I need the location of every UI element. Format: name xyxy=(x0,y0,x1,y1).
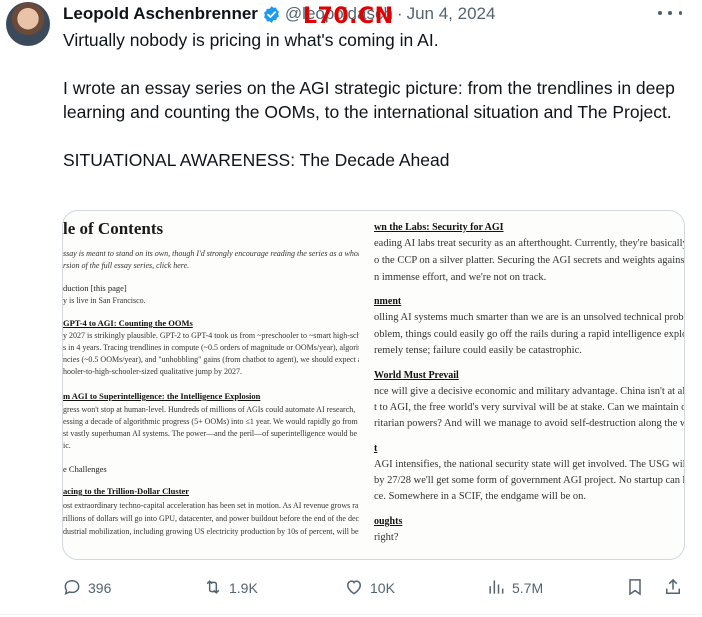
toc-line: essing a decade of algorithmic progress … xyxy=(63,417,359,426)
toc-line: ssay is meant to stand on its own, thoug… xyxy=(63,249,359,258)
toc-line: rsion of the full essay series, click he… xyxy=(63,261,190,270)
like-icon xyxy=(344,577,364,600)
toc-line: ce. Somewhere in a SCIF, the endgame wil… xyxy=(374,491,587,502)
repost-button[interactable]: 1.9K xyxy=(203,574,258,602)
toc-line: nment xyxy=(374,296,402,307)
toc-line: wn the Labs: Security for AGI xyxy=(374,222,504,233)
views-button[interactable]: 5.7M xyxy=(486,574,543,602)
toc-line: duction [this page] xyxy=(63,283,127,293)
separator: · xyxy=(396,4,403,23)
toc-line: GPT-4 to AGI: Counting the OOMs xyxy=(63,318,193,328)
toc-line: by 27/28 we'll get some form of governme… xyxy=(374,475,684,486)
toc-line: oblem, things could easily go off the ra… xyxy=(374,329,684,340)
views-icon xyxy=(486,577,506,600)
verified-badge-icon[interactable] xyxy=(262,5,281,24)
toc-line: rillions of dollars will go into GPU, da… xyxy=(63,514,359,523)
toc-line: e Challenges xyxy=(63,464,107,474)
toc-line: o the CCP on a silver platter. Securing … xyxy=(374,255,684,266)
reply-icon xyxy=(62,577,82,600)
tweet-line-1: Virtually nobody is pricing in what's co… xyxy=(63,30,439,50)
page-gutter xyxy=(359,211,374,559)
table-of-contents-left: le of Contents ssay is meant to stand on… xyxy=(63,211,359,559)
divider xyxy=(0,614,702,615)
share-icon xyxy=(663,577,683,600)
reply-button[interactable]: 396 xyxy=(62,574,111,602)
toc-line: hooler-to-high-schooler-sized qualitativ… xyxy=(63,367,242,376)
toc-line: n immense effort, and we're not on track… xyxy=(374,272,547,283)
avatar[interactable] xyxy=(6,2,50,46)
media-image[interactable]: le of Contents ssay is meant to stand on… xyxy=(62,210,685,560)
watermark: L70.CN xyxy=(303,4,394,29)
toc-line: olling AI systems much smarter than we a… xyxy=(374,312,684,323)
like-count: 10K xyxy=(370,580,395,596)
toc-line: ncies (~0.5 OOMs/year), and "unhobbling"… xyxy=(63,355,359,364)
toc-line: ritarian powers? And will we manage to a… xyxy=(374,418,684,429)
tweet-text: Virtually nobody is pricing in what's co… xyxy=(63,28,683,172)
views-count: 5.7M xyxy=(512,580,544,596)
share-button[interactable] xyxy=(663,574,683,602)
toc-line: st vastly superhuman AI systems. The pow… xyxy=(63,429,358,438)
toc-line: t xyxy=(374,443,378,454)
toc-line: World Must Prevail xyxy=(374,370,459,381)
like-button[interactable]: 10K xyxy=(344,574,395,602)
bookmark-icon xyxy=(625,577,645,600)
tweet-paragraph-3: SITUATIONAL AWARENESS: The Decade Ahead xyxy=(63,150,450,170)
toc-line: right? xyxy=(374,532,399,543)
toc-line: oughts xyxy=(374,516,403,527)
table-of-contents-right: wn the Labs: Security for AGI eading AI … xyxy=(374,211,684,559)
toc-title: le of Contents xyxy=(63,219,164,238)
tweet-paragraph-2: I wrote an essay series on the AGI strat… xyxy=(63,78,675,122)
toc-line: nce will give a decisive economic and mi… xyxy=(374,386,684,397)
toc-line: ost extraordinary techno-capital acceler… xyxy=(63,501,359,510)
toc-line: t to AGI, the free world's very survival… xyxy=(374,402,684,413)
more-icon[interactable] xyxy=(658,5,682,21)
toc-line: dustrial mobilization, including growing… xyxy=(63,527,359,536)
bookmark-button[interactable] xyxy=(625,574,645,602)
toc-line: m AGI to Superintelligence: the Intellig… xyxy=(63,391,261,401)
toc-line: AGI intensifies, the national security s… xyxy=(374,459,684,470)
repost-icon xyxy=(203,577,223,600)
reply-count: 396 xyxy=(88,580,112,596)
post-date[interactable]: Jun 4, 2024 xyxy=(407,4,496,24)
toc-line: s in 4 years. Tracing trendlines in comp… xyxy=(63,343,359,352)
action-bar: 396 1.9K 10K 5.7M xyxy=(62,574,688,602)
toc-line: ic. xyxy=(63,441,71,450)
toc-line: acing to the Trillion-Dollar Cluster xyxy=(63,486,190,496)
repost-count: 1.9K xyxy=(229,580,258,596)
toc-line: remely tense; failure could easily be ca… xyxy=(374,345,582,356)
toc-line: gress won't stop at human-level. Hundred… xyxy=(63,405,356,414)
toc-line: y is live in San Francisco. xyxy=(63,296,146,305)
toc-line: y 2027 is strikingly plausible. GPT-2 to… xyxy=(63,331,359,340)
display-name[interactable]: Leopold Aschenbrenner xyxy=(63,4,258,24)
toc-line: eading AI labs treat security as an afte… xyxy=(374,238,684,249)
